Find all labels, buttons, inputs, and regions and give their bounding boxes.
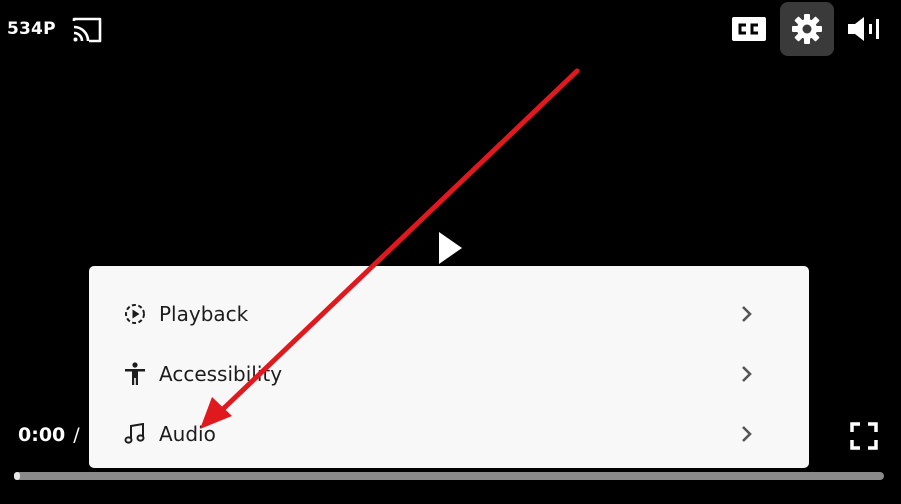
- menu-item-accessibility[interactable]: Accessibility: [89, 344, 809, 404]
- chevron-right-icon: [737, 424, 757, 444]
- fullscreen-icon: [850, 422, 878, 450]
- chevron-right-icon: [737, 304, 757, 324]
- music-note-icon: [123, 422, 147, 446]
- time-display: 0:00 /: [18, 424, 80, 446]
- chevron-right-icon: [737, 364, 757, 384]
- cast-icon: [72, 17, 102, 43]
- playback-speed-icon: [123, 302, 147, 326]
- closed-captions-icon: [732, 17, 766, 41]
- time-separator: /: [73, 424, 80, 446]
- fullscreen-button[interactable]: [846, 418, 882, 454]
- settings-menu: Playback Accessibility Audio: [89, 266, 809, 468]
- cast-button[interactable]: [70, 14, 104, 46]
- progress-fill: [14, 472, 20, 480]
- current-time: 0:00: [18, 424, 66, 446]
- accessibility-icon: [123, 362, 147, 386]
- play-button[interactable]: [430, 226, 470, 270]
- menu-item-label: Playback: [159, 302, 249, 326]
- menu-item-playback[interactable]: Playback: [89, 284, 809, 344]
- play-icon: [439, 232, 462, 264]
- menu-item-audio[interactable]: Audio: [89, 404, 809, 464]
- quality-label[interactable]: 534P: [7, 19, 56, 39]
- menu-item-label: Audio: [159, 422, 216, 446]
- volume-icon: [848, 17, 879, 41]
- settings-button[interactable]: [780, 2, 834, 56]
- volume-button[interactable]: [842, 10, 886, 48]
- gear-icon: [792, 14, 822, 44]
- video-player: 534P 0:00 / Playback Accessibility Audio: [0, 0, 901, 504]
- menu-item-label: Accessibility: [159, 362, 283, 386]
- progress-bar[interactable]: [14, 472, 884, 480]
- captions-button[interactable]: [728, 10, 770, 48]
